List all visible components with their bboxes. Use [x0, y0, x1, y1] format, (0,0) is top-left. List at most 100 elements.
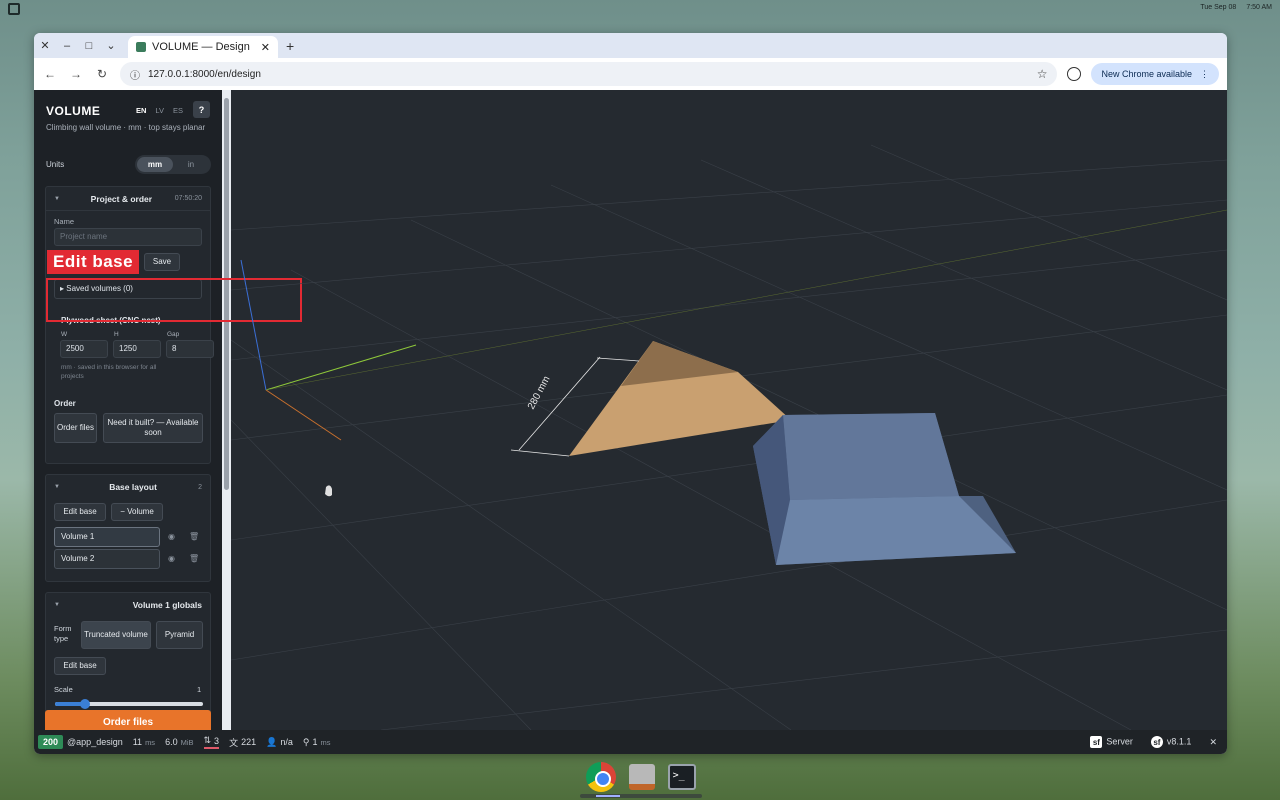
- kebab-menu-icon[interactable]: ⋮: [1200, 69, 1209, 80]
- base-layout-header[interactable]: ▼ Base layout 2: [46, 475, 210, 499]
- server-indicator[interactable]: sf Server: [1090, 736, 1133, 748]
- scale-value: 1: [197, 685, 202, 694]
- w-label: W: [61, 331, 68, 338]
- order-files-small-button[interactable]: Order files: [54, 413, 97, 443]
- close-tab-icon[interactable]: ✕: [261, 41, 270, 54]
- lang-es[interactable]: ES: [173, 106, 183, 115]
- page-content: VOLUME EN LV ES ? Climbing wall volume ·…: [34, 90, 1227, 730]
- add-volume-button[interactable]: − Volume: [111, 503, 163, 521]
- tab-list-chevron-icon[interactable]: ⌄: [100, 39, 122, 52]
- collapse-chevron-icon: ▼: [54, 602, 60, 608]
- y-axis-line: [265, 344, 417, 391]
- tab-title: VOLUME — Design: [152, 41, 250, 53]
- route-name[interactable]: @app_design: [67, 737, 123, 747]
- requests-metric[interactable]: ⇅ 3: [203, 735, 220, 749]
- reload-icon[interactable]: ↻: [94, 67, 110, 81]
- volume-item-2[interactable]: Volume 2: [54, 549, 160, 569]
- project-order-panel: ▼ Project & order 07:50:20 Name Project …: [45, 186, 214, 464]
- mouse-cursor-icon: [325, 485, 332, 497]
- bookmark-star-icon[interactable]: ☆: [1037, 67, 1048, 81]
- symfony-version[interactable]: sf v8.1.1: [1150, 736, 1191, 748]
- browser-toolbar: ← → ↻ ⓘ 127.0.0.1:8000/en/design ☆ New C…: [34, 58, 1227, 90]
- sheet-gap-input[interactable]: 8: [166, 340, 214, 358]
- chrome-app-icon[interactable]: [586, 762, 617, 792]
- time-metric[interactable]: 11 ms: [133, 737, 155, 747]
- user-icon: 👤: [266, 736, 278, 747]
- tab-volume-design[interactable]: VOLUME — Design ✕: [128, 36, 278, 58]
- symfony-logo-icon: sf: [1150, 736, 1163, 748]
- form-type-label: Form type: [54, 624, 72, 643]
- cache-icon: ⚲: [302, 736, 310, 747]
- dock-active-indicator: [596, 795, 620, 797]
- address-bar[interactable]: ⓘ 127.0.0.1:8000/en/design ☆: [120, 62, 1058, 86]
- terminal-app-icon[interactable]: >_: [667, 764, 696, 790]
- project-time: 07:50:20: [174, 195, 202, 202]
- close-window-icon[interactable]: ✕: [34, 39, 56, 52]
- language-switcher: EN LV ES: [136, 106, 183, 115]
- collapse-chevron-icon: ▼: [54, 195, 60, 202]
- need-it-built-button[interactable]: Need it built? — Available soon: [103, 413, 203, 443]
- translate-icon: 文: [229, 737, 239, 748]
- dock: >_: [580, 757, 702, 797]
- close-toolbar-icon[interactable]: ✕: [1209, 737, 1217, 748]
- volume-globals-header[interactable]: ▼ Volume 1 globals: [46, 593, 210, 617]
- plywood-note: mm · saved in this browser for all proje…: [61, 364, 157, 380]
- project-name-input[interactable]: Project name: [54, 228, 202, 246]
- debug-toolbar: 200 @app_design 11 ms 6.0 MiB ⇅ 3 文 221 👤 n/a…: [34, 730, 1227, 754]
- requests-arrows-icon: ⇅: [203, 735, 212, 745]
- user-metric[interactable]: 👤 n/a: [266, 737, 293, 748]
- scale-slider-handle[interactable]: [79, 699, 90, 709]
- minimize-icon[interactable]: –: [56, 40, 78, 52]
- h-label: H: [114, 331, 119, 338]
- volume-count: 2: [198, 483, 202, 491]
- back-icon[interactable]: ←: [42, 67, 58, 81]
- edit-base-button[interactable]: Edit base: [54, 503, 106, 521]
- sheet-width-input[interactable]: 2500: [60, 340, 108, 358]
- name-label: Name: [54, 217, 75, 226]
- units-in[interactable]: in: [173, 157, 209, 172]
- order-files-button[interactable]: Order files: [45, 710, 211, 730]
- form-truncated-button[interactable]: Truncated volume: [81, 621, 151, 649]
- site-info-icon[interactable]: ⓘ: [130, 67, 140, 82]
- status-badge[interactable]: 200: [38, 735, 64, 749]
- visibility-eye-icon[interactable]: ◉: [168, 554, 175, 563]
- maximize-icon[interactable]: □: [78, 40, 100, 52]
- form-pyramid-button[interactable]: Pyramid: [156, 621, 203, 649]
- base-layout-panel: ▼ Base layout 2 Edit base − Volume Volum…: [45, 474, 211, 582]
- sidebar-scrollbar[interactable]: [222, 90, 231, 730]
- 3d-viewport[interactable]: 280 mm: [231, 90, 1227, 730]
- lang-lv[interactable]: LV: [155, 106, 164, 115]
- new-tab-icon[interactable]: +: [286, 38, 294, 54]
- os-clock[interactable]: Tue Sep 08 7:50 AM: [1200, 4, 1272, 11]
- profile-icon[interactable]: [1067, 67, 1082, 81]
- delete-trash-icon[interactable]: 🗑: [189, 532, 199, 541]
- globals-edit-base-button[interactable]: Edit base: [54, 657, 106, 675]
- volume-top-face: [783, 413, 959, 500]
- scale-slider[interactable]: [55, 699, 203, 709]
- translations-metric[interactable]: 文 221: [229, 736, 256, 749]
- units-mm[interactable]: mm: [137, 157, 173, 172]
- package-app-icon[interactable]: [628, 764, 655, 790]
- brand-title: VOLUME: [46, 104, 101, 118]
- url-text: 127.0.0.1:8000/en/design: [148, 68, 261, 80]
- forward-icon[interactable]: →: [68, 67, 84, 81]
- chrome-update-button[interactable]: New Chrome available ⋮: [1091, 63, 1219, 85]
- volume-1-truncated[interactable]: [753, 413, 1016, 565]
- cache-metric[interactable]: ⚲ 1 ms: [303, 737, 331, 748]
- x-axis-line: [265, 389, 342, 441]
- tab-strip: ✕ – □ ⌄ VOLUME — Design ✕ +: [34, 33, 1227, 58]
- order-title: Order: [54, 399, 76, 408]
- delete-trash-icon[interactable]: 🗑: [189, 554, 199, 563]
- gap-label: Gap: [167, 331, 180, 338]
- os-logo-icon[interactable]: [8, 3, 20, 15]
- visibility-eye-icon[interactable]: ◉: [168, 532, 175, 541]
- sheet-height-input[interactable]: 1250: [113, 340, 161, 358]
- save-button[interactable]: Save: [144, 253, 180, 271]
- memory-metric[interactable]: 6.0 MiB: [165, 737, 193, 747]
- volume-item-1[interactable]: Volume 1: [54, 527, 160, 547]
- lang-en[interactable]: EN: [136, 106, 146, 115]
- ground-grid: [231, 144, 1227, 730]
- project-order-header[interactable]: ▼ Project & order 07:50:20: [46, 187, 210, 211]
- os-time: 7:50 AM: [1246, 4, 1272, 11]
- help-button[interactable]: ?: [193, 101, 210, 118]
